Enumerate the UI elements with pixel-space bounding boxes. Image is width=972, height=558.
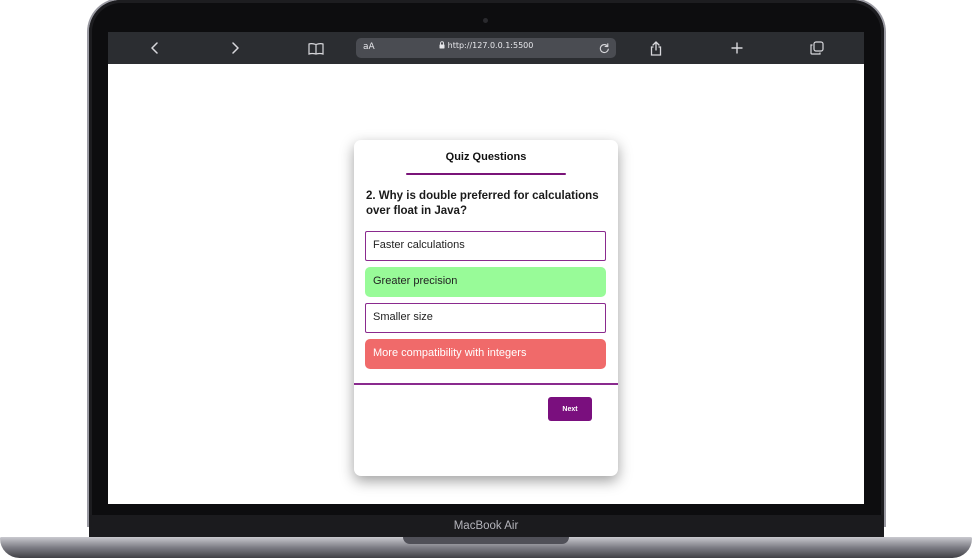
answer-options: Faster calculations Greater precision Sm…: [365, 231, 606, 375]
answer-option-faster-calculations[interactable]: Faster calculations: [365, 231, 606, 261]
url-text: http://127.0.0.1:5500: [447, 41, 534, 50]
back-button[interactable]: [140, 32, 170, 64]
reload-icon: [599, 42, 609, 53]
quiz-title: Quiz Questions: [445, 151, 527, 163]
laptop-screen: aA http://127.0.0.1:5500 Quiz Questions …: [108, 32, 864, 504]
lock-icon: [439, 41, 445, 49]
camera-dot: [483, 18, 488, 23]
device-brand-label: MacBook Air: [453, 520, 519, 532]
chevron-left-icon: [151, 42, 158, 54]
answer-option-compatibility[interactable]: More compatibility with integers: [365, 339, 606, 369]
share-icon: [650, 40, 662, 56]
reload-button[interactable]: [596, 39, 612, 57]
tabs-overview-button[interactable]: [802, 32, 832, 64]
answer-option-greater-precision[interactable]: Greater precision: [365, 267, 606, 297]
browser-toolbar: aA http://127.0.0.1:5500: [108, 32, 864, 64]
book-icon: [308, 42, 324, 55]
next-button[interactable]: Next: [548, 397, 592, 421]
laptop-notch: [403, 537, 569, 544]
chevron-right-icon: [232, 42, 239, 54]
share-button[interactable]: [641, 32, 671, 64]
card-divider: [354, 383, 618, 385]
answer-option-smaller-size[interactable]: Smaller size: [365, 303, 606, 333]
tabs-icon: [810, 41, 824, 55]
question-text: 2. Why is double preferred for calculati…: [366, 190, 599, 217]
new-tab-button[interactable]: [722, 32, 752, 64]
bookmarks-button[interactable]: [301, 32, 331, 64]
forward-button[interactable]: [220, 32, 250, 64]
address-bar[interactable]: aA http://127.0.0.1:5500: [356, 38, 616, 58]
plus-icon: [731, 42, 743, 54]
quiz-card: Quiz Questions 2. Why is double preferre…: [354, 140, 618, 476]
title-underline: [406, 173, 566, 175]
web-page: Quiz Questions 2. Why is double preferre…: [108, 64, 864, 504]
